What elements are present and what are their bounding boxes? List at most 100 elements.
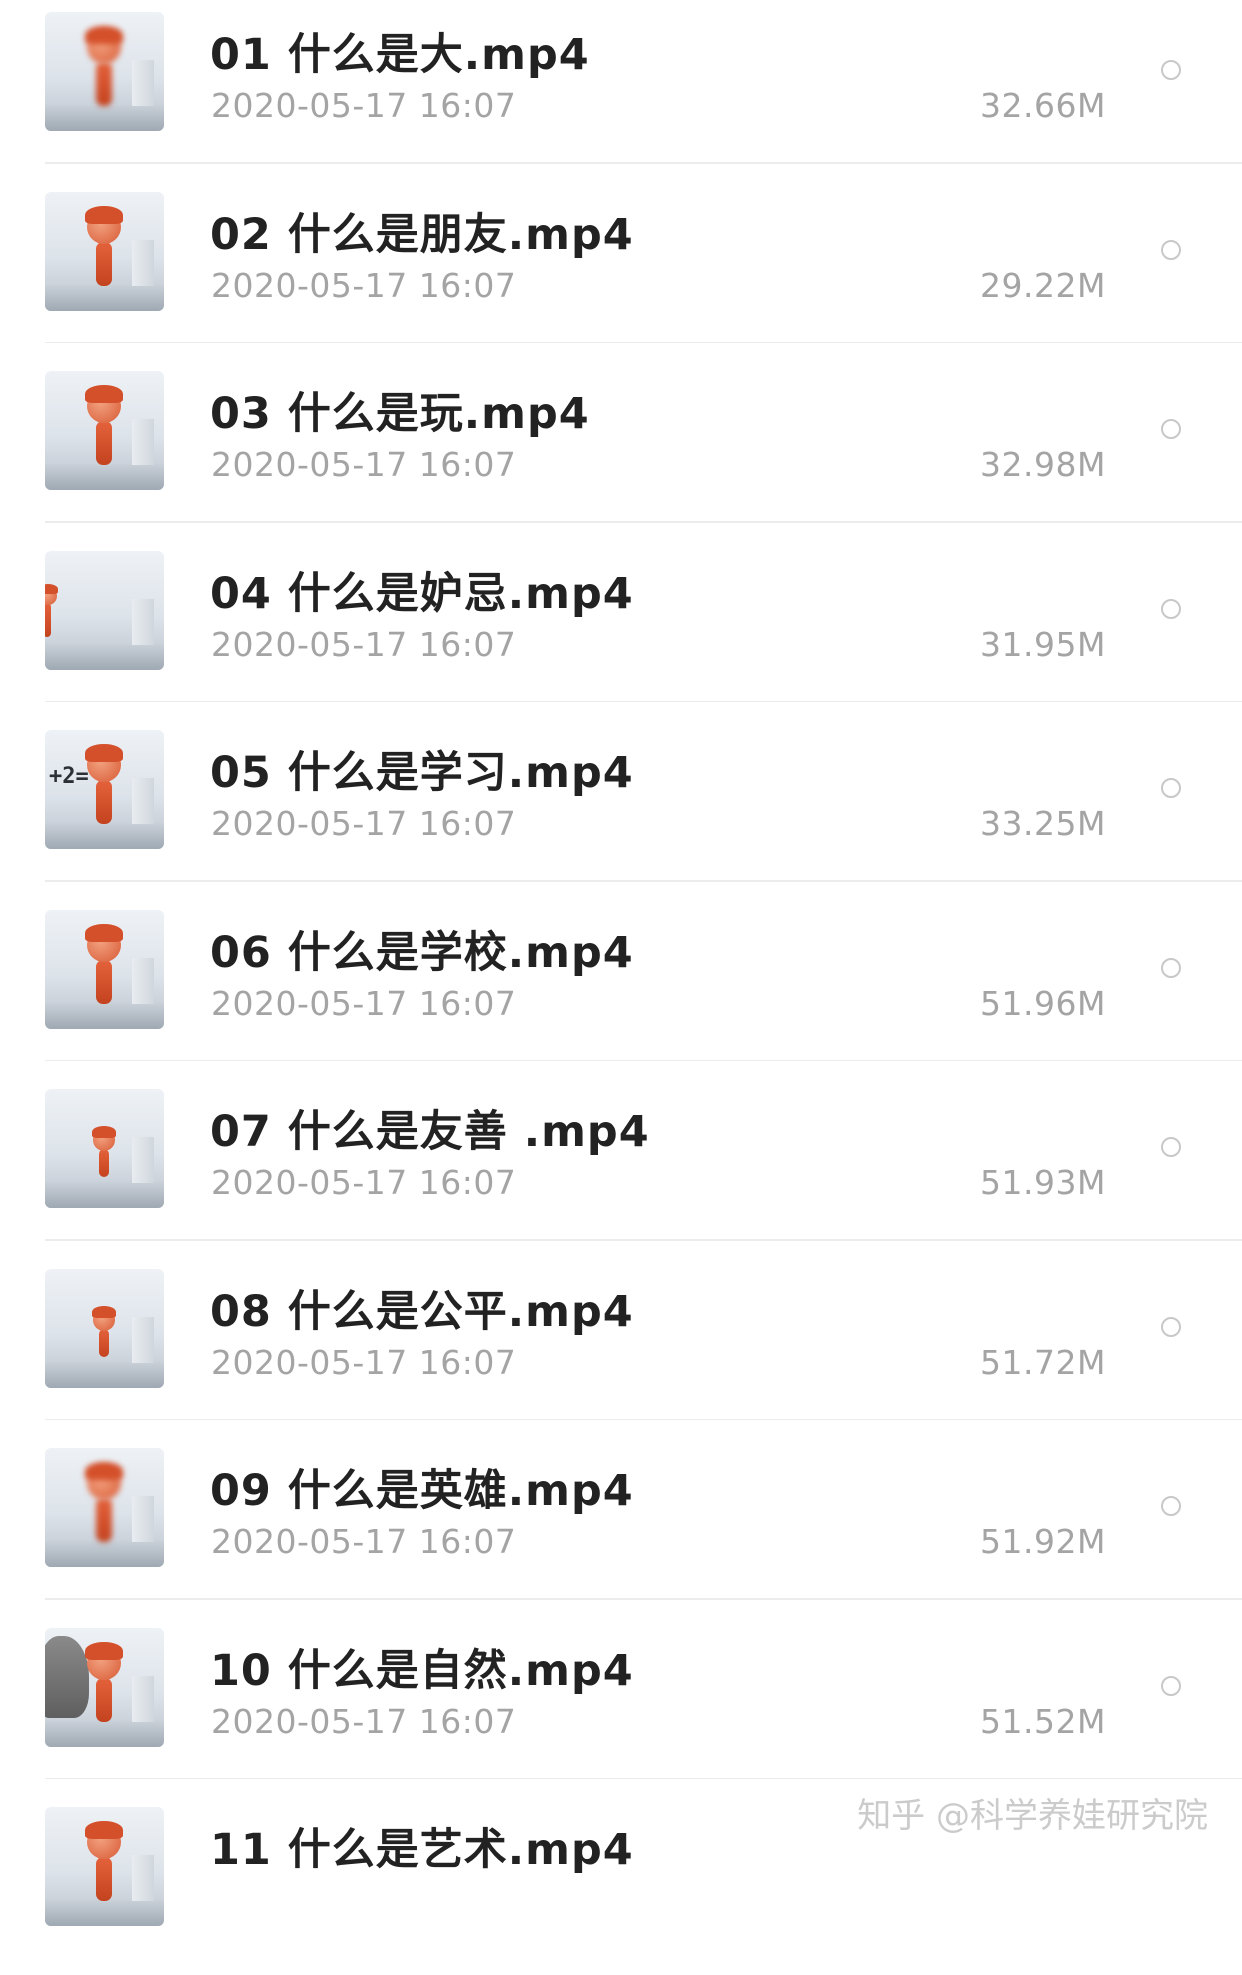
thumbnail-floor (45, 1002, 164, 1029)
video-thumbnail[interactable] (45, 191, 164, 311)
file-date: 2020-05-17 16:07 (211, 983, 517, 1023)
file-size: 51.96M (980, 983, 1106, 1023)
character-hair (85, 1462, 123, 1480)
thumbnail-block (132, 419, 154, 465)
character-body (96, 62, 112, 106)
thumbnail-floor (45, 1541, 164, 1567)
file-row[interactable]: 08 什么是公平.mp4 2020-05-17 16:07 51.72M (0, 1257, 1242, 1437)
file-name: 08 什么是公平.mp4 (210, 1286, 634, 1337)
row-divider (45, 1059, 1242, 1061)
file-size: 33.25M (980, 804, 1106, 843)
thumbnail-floor (45, 1720, 164, 1747)
file-name: 11 什么是艺术.mp4 (210, 1825, 634, 1875)
chalk-text: +2= (49, 764, 89, 789)
row-divider (45, 700, 1242, 702)
radio-circle-icon[interactable] (1161, 1316, 1181, 1337)
video-thumbnail[interactable] (45, 12, 164, 131)
video-thumbnail[interactable]: +2= (45, 730, 164, 849)
file-name: 07 什么是友善 .mp4 (210, 1107, 650, 1157)
radio-circle-icon[interactable] (1161, 60, 1181, 80)
thumbnail-floor (45, 1361, 164, 1388)
file-date: 2020-05-17 16:07 (211, 1342, 517, 1382)
video-thumbnail[interactable] (45, 1448, 164, 1567)
radio-circle-icon[interactable] (1161, 239, 1181, 260)
thumbnail-floor (45, 105, 164, 131)
file-row[interactable]: 09 什么是英雄.mp4 2020-05-17 16:07 51.92M (0, 1436, 1242, 1616)
file-date: 2020-05-17 16:07 (211, 265, 517, 305)
video-thumbnail[interactable] (45, 1627, 164, 1747)
file-row[interactable]: 02 什么是朋友.mp4 2020-05-17 16:07 29.22M (0, 180, 1242, 360)
character-hair (85, 923, 123, 942)
thumbnail-block (132, 1675, 154, 1722)
character-hair (85, 1821, 123, 1839)
character-body (96, 959, 112, 1004)
row-divider (45, 1239, 1242, 1241)
row-divider (45, 880, 1242, 882)
radio-circle-icon[interactable] (1161, 1675, 1181, 1696)
row-divider (45, 162, 1242, 164)
thumbnail-block (132, 598, 154, 645)
file-date: 2020-05-17 16:07 (211, 624, 517, 664)
character-hair (85, 205, 123, 224)
radio-circle-icon[interactable] (1161, 957, 1181, 978)
character-body (96, 241, 112, 286)
thumbnail-block (132, 778, 154, 824)
file-size: 32.66M (980, 86, 1106, 125)
file-row[interactable]: 03 什么是玩.mp4 2020-05-17 16:07 32.98M (0, 359, 1242, 539)
row-divider (45, 1418, 1242, 1420)
file-size: 51.52M (980, 1701, 1106, 1741)
row-divider (45, 521, 1242, 523)
thumbnail-block (132, 1316, 154, 1363)
file-name: 06 什么是学校.mp4 (210, 927, 634, 978)
character-body (99, 1149, 109, 1177)
file-size: 32.98M (980, 445, 1106, 484)
file-date: 2020-05-17 16:07 (211, 1163, 517, 1202)
character-body (96, 1498, 112, 1542)
thumbnail-block (132, 957, 154, 1004)
file-row[interactable]: 07 什么是友善 .mp4 2020-05-17 16:07 51.93M (0, 1077, 1242, 1257)
video-thumbnail[interactable] (45, 371, 164, 490)
character-hair (92, 1305, 116, 1318)
file-name: 05 什么是学习.mp4 (210, 748, 634, 798)
radio-circle-icon[interactable] (1161, 1496, 1181, 1516)
video-thumbnail[interactable] (45, 1268, 164, 1388)
radio-circle-icon[interactable] (1161, 419, 1181, 439)
elephant-figure (45, 1635, 89, 1718)
file-size: 51.72M (980, 1342, 1106, 1382)
character-hair (85, 1641, 123, 1660)
character-hair (85, 26, 123, 44)
radio-circle-icon[interactable] (1161, 1137, 1181, 1157)
file-name: 03 什么是玩.mp4 (210, 389, 590, 439)
watermark: 知乎 @科学养娃研究院 (857, 1796, 1208, 1836)
file-date: 2020-05-17 16:07 (211, 1701, 517, 1741)
file-date: 2020-05-17 16:07 (211, 804, 517, 843)
file-row[interactable]: 06 什么是学校.mp4 2020-05-17 16:07 51.96M (0, 898, 1242, 1078)
video-thumbnail[interactable] (45, 1089, 164, 1208)
file-row[interactable]: 01 什么是大.mp4 2020-05-17 16:07 32.66M (0, 0, 1242, 180)
character-hair (45, 583, 58, 594)
character-hair (85, 744, 123, 762)
file-name: 04 什么是妒忌.mp4 (210, 568, 634, 619)
radio-circle-icon[interactable] (1161, 778, 1181, 798)
character-body (99, 1328, 109, 1357)
character-hair (85, 385, 123, 403)
video-thumbnail[interactable] (45, 1807, 164, 1926)
thumbnail-floor (45, 823, 164, 849)
thumbnail-floor (45, 1182, 164, 1208)
thumbnail-floor (45, 1900, 164, 1926)
video-thumbnail[interactable] (45, 909, 164, 1029)
file-name: 01 什么是大.mp4 (210, 30, 590, 80)
file-row[interactable]: +2= 05 什么是学习.mp4 2020-05-17 16:07 33.25M (0, 718, 1242, 898)
thumbnail-floor (45, 284, 164, 311)
file-row[interactable]: 10 什么是自然.mp4 2020-05-17 16:07 51.52M (0, 1616, 1242, 1796)
file-row[interactable]: 04 什么是妒忌.mp4 2020-05-17 16:07 31.95M (0, 539, 1242, 719)
radio-circle-icon[interactable] (1161, 598, 1181, 619)
row-divider (45, 1598, 1242, 1600)
character-body (96, 780, 112, 824)
thumbnail-floor (45, 643, 164, 670)
thumbnail-block (132, 239, 154, 286)
file-date: 2020-05-17 16:07 (211, 86, 517, 125)
video-thumbnail[interactable] (45, 550, 164, 670)
file-name: 09 什么是英雄.mp4 (210, 1466, 634, 1516)
character-body (96, 421, 112, 465)
